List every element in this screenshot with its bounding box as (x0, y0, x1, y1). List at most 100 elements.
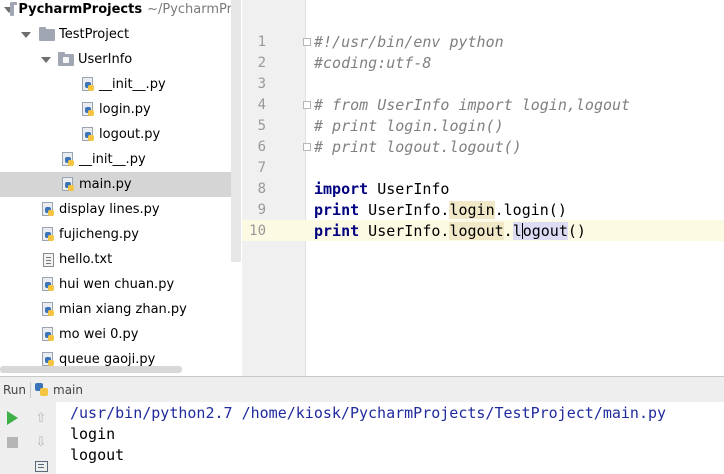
fold-marker-icon[interactable] (303, 100, 311, 109)
tree-root-label: PycharmProjects (18, 2, 143, 17)
fold-marker-icon[interactable] (303, 37, 311, 46)
code-line-10[interactable]: 10 print UserInfo.logout.logout() (242, 220, 724, 241)
scroll-down-icon: ⇩ (35, 434, 47, 450)
code-line-6[interactable]: 6 # print logout.logout() (242, 136, 724, 157)
line-number: 9 (257, 201, 266, 218)
python-file-icon (42, 276, 56, 293)
line-number: 6 (257, 138, 266, 155)
stop-button[interactable] (4, 434, 20, 450)
python-file-icon (82, 76, 96, 93)
python-file-icon (42, 301, 56, 318)
code-fragment: .login() (494, 200, 567, 219)
tree-item-hui-wen-chuan[interactable]: hui wen chuan.py (0, 272, 232, 297)
code-fragment: UserInfo. (359, 221, 450, 240)
line-number: 8 (257, 180, 266, 197)
tree-item-label: main.py (79, 177, 132, 192)
tree-item-label: mian xiang zhan.py (59, 302, 187, 317)
run-panel-title: Run (3, 382, 27, 397)
tree-root-path: ~/PycharmPr (147, 2, 232, 17)
console-settings-icon (34, 460, 48, 472)
line-number: 2 (257, 54, 266, 71)
scroll-down-button[interactable]: ⇩ (33, 434, 49, 450)
code-line-1[interactable]: 1 #!/usr/bin/env python (242, 31, 724, 52)
tree-item-label: hello.txt (59, 252, 113, 267)
run-console[interactable]: /usr/bin/python2.7 /home/kiosk/PycharmPr… (56, 402, 724, 474)
line-number: 4 (257, 96, 266, 113)
tree-item-fujicheng[interactable]: fujicheng.py (0, 222, 232, 247)
python-file-icon (82, 126, 96, 143)
fold-marker-icon[interactable] (303, 142, 311, 151)
tree-root-pycharmprojects[interactable]: PycharmProjects ~/PycharmPr (0, 0, 232, 22)
tree-item-hello-txt[interactable]: hello.txt (0, 247, 232, 272)
tree-item-userinfo-init[interactable]: __init__.py (0, 72, 232, 97)
code-fragment: l (512, 221, 522, 240)
code-line-8[interactable]: 8 import UserInfo (242, 178, 724, 199)
code-text: # print logout.logout() (314, 137, 522, 156)
run-play-icon (6, 411, 18, 425)
tree-item-mian-xiang-zhan[interactable]: mian xiang zhan.py (0, 297, 232, 322)
tree-item-main-py[interactable]: main.py (0, 172, 232, 197)
code-line-7[interactable]: 7 (242, 157, 724, 178)
tree-item-mo-wei-0[interactable]: mo wei 0.py (0, 322, 232, 347)
code-line-4[interactable]: 4 # from UserInfo import login,logout (242, 94, 724, 115)
keyword-print: print (314, 200, 360, 219)
project-horizontal-scrollbar[interactable] (0, 366, 182, 373)
code-text: #coding:utf-8 (314, 53, 432, 72)
scroll-up-icon: ⇧ (35, 410, 47, 426)
code-fragment: UserInfo. (359, 200, 450, 219)
tree-item-login-py[interactable]: login.py (0, 97, 232, 122)
code-line-5[interactable]: 5 # print login.login() (242, 115, 724, 136)
tree-item-label: queue gaoji.py (59, 352, 156, 367)
highlighted-reference: logout (449, 221, 504, 240)
python-file-icon (42, 201, 56, 218)
line-number: 1 (257, 33, 266, 50)
run-tab-main[interactable]: main (53, 383, 83, 397)
folder-icon (9, 1, 17, 16)
expand-arrow-icon[interactable] (40, 54, 52, 66)
code-text: print UserInfo.login.login() (314, 200, 567, 219)
python-file-icon (42, 226, 56, 243)
rerun-button[interactable] (4, 410, 20, 426)
console-command-line: /usr/bin/python2.7 /home/kiosk/PycharmPr… (70, 404, 667, 422)
code-fragment: () (567, 221, 586, 240)
python-file-icon (42, 326, 56, 343)
tree-item-label: UserInfo (78, 52, 133, 67)
project-vertical-scrollbar[interactable] (231, 0, 241, 262)
tree-item-label: hui wen chuan.py (59, 277, 175, 292)
run-toolbar: ⇧ ⇩ (0, 402, 56, 474)
code-text: print UserInfo.logout.logout() (314, 221, 586, 240)
text-file-icon (43, 252, 54, 267)
code-text: import UserInfo (314, 180, 449, 198)
code-line-3[interactable]: 3 (242, 73, 724, 94)
divider (30, 381, 32, 398)
python-file-icon (62, 151, 76, 168)
console-settings-button[interactable] (33, 458, 49, 474)
python-file-icon (82, 101, 96, 118)
project-panel: PycharmProjects ~/PycharmPr TestProject … (0, 0, 242, 376)
tree-item-logout-py[interactable]: logout.py (0, 122, 232, 147)
scroll-up-button[interactable]: ⇧ (33, 410, 49, 426)
keyword-print: print (314, 221, 360, 240)
code-text: # from UserInfo import login,logout (314, 95, 631, 114)
expand-arrow-icon[interactable] (3, 4, 13, 16)
package-folder-icon (58, 51, 74, 66)
code-text: #!/usr/bin/env python (314, 32, 504, 51)
tree-item-label: display lines.py (59, 202, 160, 217)
tree-item-label: TestProject (59, 27, 130, 42)
line-number: 10 (249, 222, 266, 239)
tree-item-userinfo[interactable]: UserInfo (0, 47, 232, 72)
code-line-9[interactable]: 9 print UserInfo.login.login() (242, 199, 724, 220)
code-line-2[interactable]: 2 #coding:utf-8 (242, 52, 724, 73)
tree-item-testproject-init[interactable]: __init__.py (0, 147, 232, 172)
code-fragment: UserInfo (368, 179, 450, 198)
code-text: # print login.login() (314, 116, 504, 135)
tree-item-display-lines[interactable]: display lines.py (0, 197, 232, 222)
code-fragment: . (503, 221, 513, 240)
tree-item-testproject[interactable]: TestProject (0, 22, 232, 47)
tree-item-label: mo wei 0.py (59, 327, 139, 342)
keyword-import: import (314, 179, 369, 198)
console-output-line: logout (70, 446, 125, 464)
expand-arrow-icon[interactable] (20, 29, 32, 41)
code-editor[interactable]: 1 #!/usr/bin/env python 2 #coding:utf-8 … (242, 0, 724, 376)
line-number: 5 (257, 117, 266, 134)
